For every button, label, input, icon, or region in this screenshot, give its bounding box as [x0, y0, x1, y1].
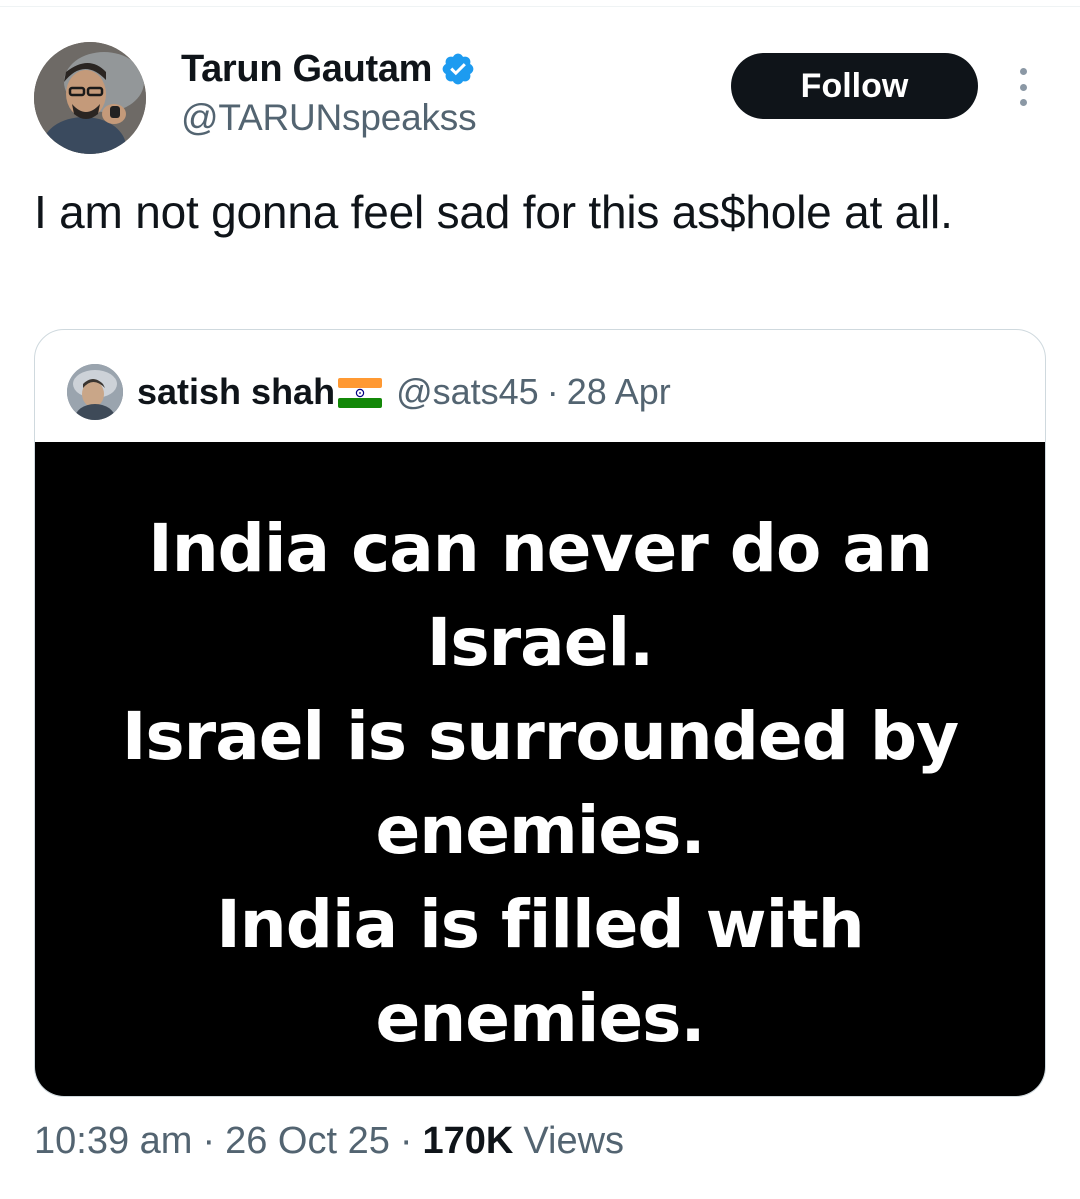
verified-badge-icon — [440, 51, 476, 87]
quoted-tweet-image[interactable]: India can never do an Israel. Israel is … — [35, 442, 1045, 1096]
meta-separator: · — [202, 1120, 216, 1162]
image-text-line: Israel. — [426, 604, 654, 681]
tweet-date[interactable]: 26 Oct 25 — [225, 1120, 390, 1163]
image-text-line: India can never do an — [148, 510, 933, 587]
quoted-tweet-date[interactable]: 28 Apr — [567, 371, 671, 413]
quoted-author-handle[interactable]: @sats45 — [396, 371, 539, 413]
more-dot — [1019, 68, 1027, 75]
more-dot — [1019, 99, 1027, 106]
tweet-text: I am not gonna feel sad for this as$hole… — [34, 186, 953, 238]
image-text-line: India is filled with — [216, 886, 865, 963]
tweet-time[interactable]: 10:39 am — [34, 1120, 192, 1163]
author-avatar-image — [34, 42, 146, 154]
tweet-meta-row: 10:39 am · 26 Oct 25 · 170K Views — [34, 1120, 624, 1163]
quoted-tweet-card[interactable]: satish shah @sats45 · 28 Apr India can n… — [34, 329, 1046, 1097]
quoted-author-name[interactable]: satish shah — [137, 371, 335, 413]
quoted-author-avatar[interactable] — [67, 364, 123, 420]
author-display-name[interactable]: Tarun Gautam — [181, 48, 432, 91]
quoted-separator: · — [546, 371, 559, 412]
image-text-line: Israel is surrounded by — [121, 698, 959, 775]
quoted-author-avatar-image — [67, 364, 123, 420]
follow-button[interactable]: Follow — [731, 53, 978, 119]
author-avatar[interactable] — [34, 42, 146, 154]
image-text-line: enemies. — [375, 980, 705, 1057]
image-text-line: enemies. — [375, 792, 705, 869]
india-flag-icon — [338, 378, 383, 408]
views-label: Views — [523, 1120, 625, 1162]
author-name-row: Tarun Gautam — [181, 46, 476, 92]
more-options-icon[interactable] — [1012, 68, 1034, 106]
quoted-tweet-header: satish shah @sats45 · 28 Apr — [67, 364, 671, 420]
views-count[interactable]: 170K — [423, 1120, 514, 1163]
more-dot — [1019, 83, 1027, 91]
top-divider — [0, 6, 1080, 7]
author-handle[interactable]: @TARUNspeakss — [181, 97, 477, 139]
meta-separator: · — [399, 1120, 413, 1162]
